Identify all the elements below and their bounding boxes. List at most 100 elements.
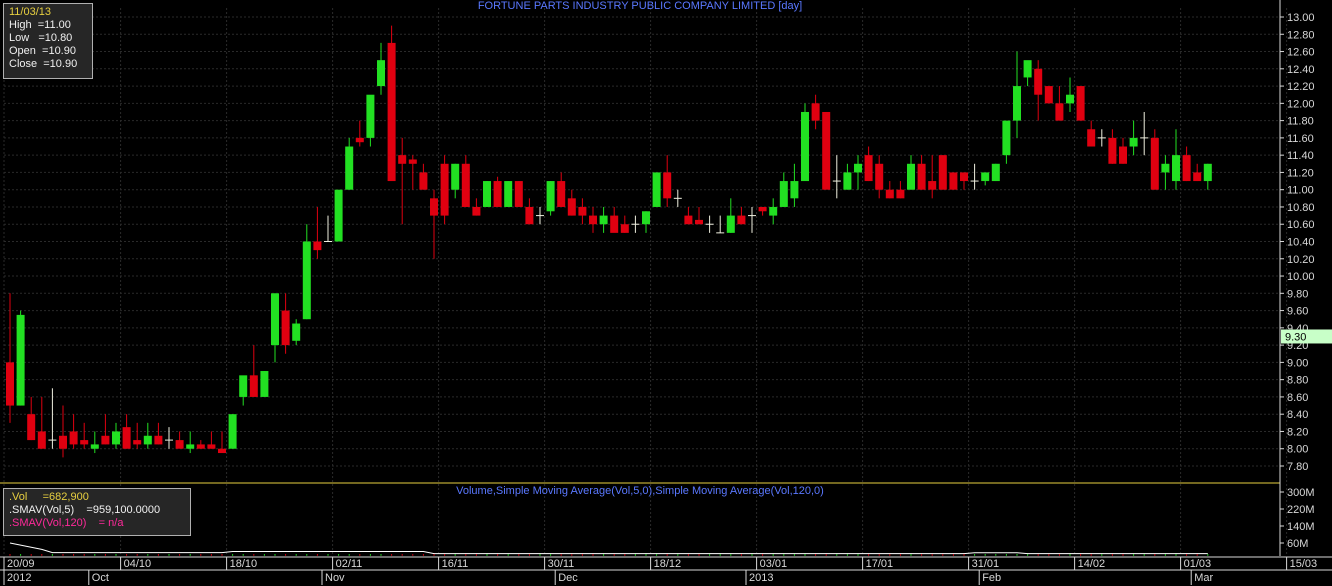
stock-chart[interactable]: 7.808.008.208.408.608.809.009.209.409.60… bbox=[0, 0, 1332, 586]
candle-up bbox=[769, 206, 778, 216]
x-period-label: Dec bbox=[558, 572, 578, 584]
candle-up bbox=[143, 435, 152, 445]
candle-down bbox=[69, 431, 78, 445]
candle-down bbox=[811, 103, 820, 121]
x-tick-label: 30/11 bbox=[548, 558, 575, 570]
legend-sma5: .SMAV(Vol,5) =959,100.0000 bbox=[9, 504, 161, 516]
price-tick-label: 11.20 bbox=[1287, 167, 1314, 179]
candle-down bbox=[875, 163, 884, 190]
candle-down bbox=[1055, 103, 1064, 121]
candle-up bbox=[1013, 86, 1021, 121]
candle-up bbox=[790, 181, 799, 199]
candle-up bbox=[843, 172, 852, 190]
candle-down bbox=[461, 163, 470, 207]
candle-up bbox=[483, 181, 491, 207]
price-tick-label: 8.60 bbox=[1287, 392, 1308, 404]
candle-up bbox=[16, 314, 25, 406]
candle-down bbox=[281, 310, 290, 346]
candle-down bbox=[175, 440, 184, 449]
candle-down bbox=[620, 224, 629, 233]
candle-up bbox=[1172, 155, 1180, 182]
candle-up bbox=[1002, 120, 1011, 156]
candle-down bbox=[1182, 155, 1191, 182]
candle-down bbox=[472, 206, 481, 216]
last-price-label: 9.30 bbox=[1285, 331, 1306, 343]
candle-down bbox=[960, 172, 968, 182]
legend-low: Low =10.80 bbox=[9, 32, 73, 44]
candle-up bbox=[504, 181, 513, 207]
price-tick-label: 11.60 bbox=[1287, 133, 1314, 145]
candle-down bbox=[1087, 129, 1096, 147]
candle-down bbox=[557, 181, 566, 207]
price-tick-label: 9.00 bbox=[1287, 357, 1308, 369]
candle-down bbox=[355, 137, 364, 143]
volume-tick-label: 140M bbox=[1287, 521, 1315, 533]
x-tick-label: 02/11 bbox=[336, 558, 363, 570]
x-tick-label: 03/01 bbox=[760, 558, 788, 570]
candle-down bbox=[928, 181, 937, 190]
price-tick-label: 9.80 bbox=[1287, 288, 1308, 300]
candle-down bbox=[249, 375, 258, 397]
price-tick-label: 11.00 bbox=[1287, 185, 1314, 197]
candle-up bbox=[302, 241, 311, 320]
candle-down bbox=[419, 172, 428, 190]
volume-legend-box: .Vol =682,900 .SMAV(Vol,5) =959,100.0000… bbox=[3, 488, 191, 536]
candle-up bbox=[345, 146, 354, 190]
candle-up bbox=[1129, 137, 1138, 147]
candle-down bbox=[430, 198, 438, 216]
candle-down bbox=[6, 362, 14, 406]
chart-title: FORTUNE PARTS INDUSTRY PUBLIC COMPANY LI… bbox=[477, 0, 803, 12]
legend-vol: .Vol =682,900 bbox=[9, 491, 89, 503]
price-tick-label: 10.00 bbox=[1287, 271, 1315, 283]
x-period-label: Nov bbox=[325, 572, 345, 584]
candle-down bbox=[313, 241, 322, 251]
price-tick-label: 12.20 bbox=[1287, 81, 1315, 93]
candle-up bbox=[1161, 163, 1170, 173]
candle-up bbox=[546, 181, 555, 212]
candle-up bbox=[292, 323, 301, 341]
x-period-label: 2012 bbox=[7, 572, 31, 584]
candle-down bbox=[822, 111, 831, 190]
candle-down bbox=[154, 435, 163, 445]
candle-up bbox=[779, 181, 788, 207]
candle-down bbox=[938, 155, 947, 190]
candle-down bbox=[917, 163, 926, 190]
price-tick-label: 12.00 bbox=[1287, 98, 1315, 110]
candle-up bbox=[239, 375, 248, 397]
candle-down bbox=[864, 155, 873, 182]
legend-high: High =11.00 bbox=[9, 19, 71, 31]
candle-up bbox=[112, 431, 120, 445]
price-tick-label: 12.60 bbox=[1287, 47, 1315, 59]
candle-up bbox=[377, 60, 385, 87]
legend-sma120: .SMAV(Vol,120) = n/a bbox=[9, 517, 124, 529]
candle-up bbox=[366, 94, 375, 138]
candle-up bbox=[801, 111, 809, 182]
legend-open: Open =10.90 bbox=[9, 45, 76, 57]
candle-up bbox=[228, 414, 237, 449]
price-tick-label: 11.80 bbox=[1287, 116, 1314, 128]
candle-up bbox=[260, 371, 269, 397]
candle-down bbox=[387, 42, 396, 182]
legend-close: Close =10.90 bbox=[9, 58, 78, 70]
x-period-label: Feb bbox=[982, 572, 1001, 584]
legend-date: 11/03/13 bbox=[9, 6, 52, 18]
price-tick-label: 8.20 bbox=[1287, 426, 1308, 438]
price-tick-label: 8.80 bbox=[1287, 375, 1308, 387]
candle-up bbox=[90, 444, 99, 449]
volume-tick-label: 220M bbox=[1287, 504, 1315, 516]
x-tick-label: 31/01 bbox=[972, 558, 1000, 570]
candle-down bbox=[133, 440, 142, 445]
volume-tick-label: 60M bbox=[1287, 538, 1308, 550]
candle-down bbox=[589, 215, 597, 225]
candle-down bbox=[949, 172, 958, 190]
candle-down bbox=[1108, 137, 1117, 164]
candle-down bbox=[1193, 172, 1202, 182]
candle-down bbox=[408, 159, 417, 164]
price-tick-label: 10.60 bbox=[1287, 219, 1315, 231]
price-tick-label: 10.20 bbox=[1287, 254, 1315, 266]
candle-down bbox=[1119, 146, 1127, 164]
candle-down bbox=[1150, 137, 1159, 190]
candle-down bbox=[610, 215, 619, 233]
x-period-label: 2013 bbox=[749, 572, 773, 584]
candle-up bbox=[652, 172, 661, 207]
